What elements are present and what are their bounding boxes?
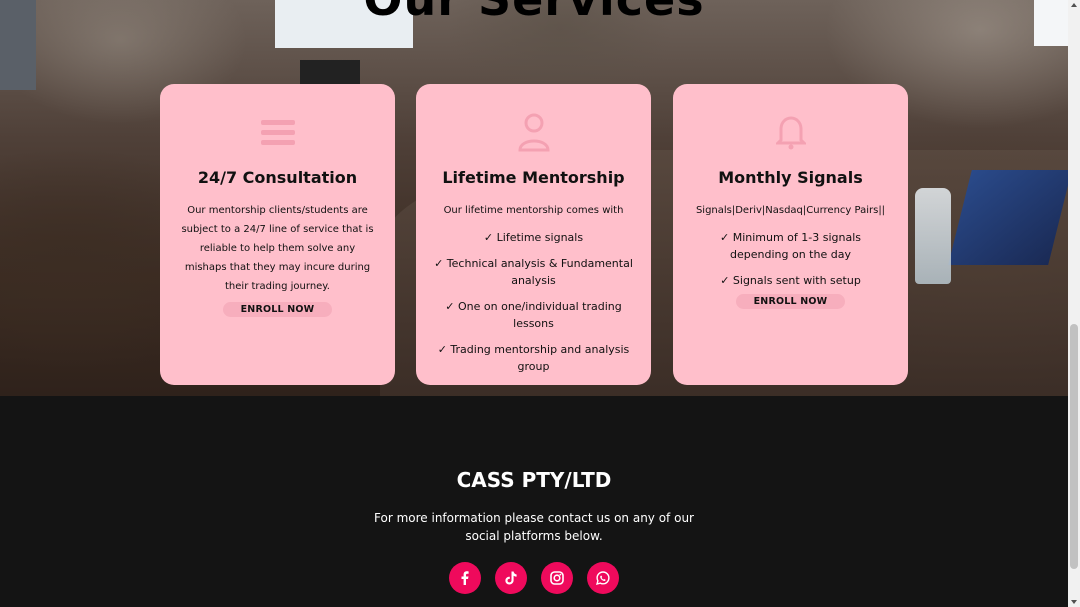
card-heading: 24/7 Consultation [197,168,358,187]
instagram-icon[interactable] [541,562,573,594]
enroll-now-button[interactable]: ENROLL NOW [222,302,333,317]
enroll-now-button[interactable]: ENROLL NOW [735,294,846,309]
footer-brand: CASS PTY/LTD [456,468,612,492]
footer-info-text: For more information please contact us o… [374,511,694,543]
list-item: ✓ Signals sent with setup [720,274,861,287]
card-heading: Lifetime Mentorship [442,168,625,187]
menu-lines-icon [178,108,377,156]
scrollbar-thumb[interactable] [1070,324,1078,569]
card-description: Our mentorship clients/students are subj… [181,205,374,292]
list-item: ✓ Trading mentorship and analysis group [437,343,630,373]
section-title: Our Services [0,0,1068,26]
feature-list: ✓ Minimum of 1-3 signals depending on th… [691,229,890,289]
vertical-scrollbar[interactable] [1068,0,1080,607]
whatsapp-icon[interactable] [587,562,619,594]
user-icon [434,108,633,156]
facebook-icon[interactable] [449,562,481,594]
footer: CASS PTY/LTD For more information please… [0,396,1068,607]
social-links [0,562,1068,594]
feature-list: ✓ Lifetime signals ✓ Technical analysis … [434,229,633,375]
footer-info: For more information please contact us o… [0,509,1068,545]
card-heading: Monthly Signals [718,168,863,187]
service-card-mentorship: Lifetime Mentorship Our lifetime mentors… [416,84,651,385]
laptop [300,60,360,86]
list-item: ✓ One on one/individual trading lessons [445,300,622,330]
list-item: ✓ Technical analysis & Fundamental analy… [434,257,633,287]
scroll-down-arrow-icon[interactable] [1071,600,1077,604]
scroll-up-arrow-icon[interactable] [1071,3,1077,7]
card-intro: Our lifetime mentorship comes with [443,205,624,216]
water-bottle [915,188,951,284]
bell-icon [691,108,890,156]
list-item: ✓ Lifetime signals [483,231,584,244]
tiktok-icon[interactable] [495,562,527,594]
service-card-consultation: 24/7 Consultation Our mentorship clients… [160,84,395,385]
card-intro: Signals|Deriv|Nasdaq|Currency Pairs|| [695,205,886,216]
list-item: ✓ Minimum of 1-3 signals depending on th… [719,231,862,261]
service-card-signals: Monthly Signals Signals|Deriv|Nasdaq|Cur… [673,84,908,385]
